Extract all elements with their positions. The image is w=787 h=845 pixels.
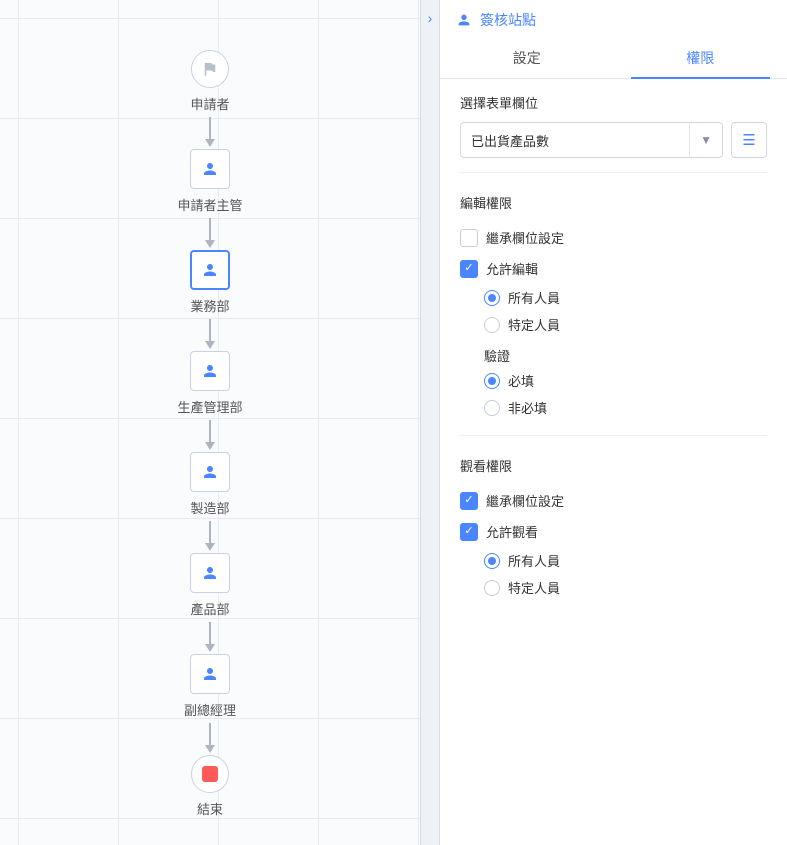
radio-label: 非必填 bbox=[508, 398, 547, 417]
person-icon bbox=[201, 362, 219, 380]
radio-view-scope-all[interactable]: 所有人員 bbox=[484, 547, 767, 574]
flow-node-approver[interactable] bbox=[190, 351, 230, 391]
field-list-button[interactable]: ☰ bbox=[731, 122, 767, 158]
app-root: 申請者 申請者主管 業務部 bbox=[0, 0, 787, 845]
radio-label: 所有人員 bbox=[508, 288, 560, 307]
radio-icon bbox=[484, 553, 500, 569]
checkbox-inherit-field[interactable]: 繼承欄位設定 bbox=[460, 222, 767, 253]
chevron-down-icon: ▼ bbox=[689, 123, 712, 157]
flag-icon bbox=[201, 60, 219, 78]
checkbox-icon bbox=[460, 523, 478, 541]
checkbox-icon bbox=[460, 229, 478, 247]
checkbox-label: 繼承欄位設定 bbox=[486, 228, 564, 247]
flow-node-end[interactable] bbox=[191, 755, 229, 793]
flow-node-approver[interactable] bbox=[190, 149, 230, 189]
radio-validation-required[interactable]: 必填 bbox=[484, 367, 767, 394]
chevron-right-icon: › bbox=[428, 10, 433, 26]
flow-node-approver[interactable] bbox=[190, 654, 230, 694]
flow-arrow bbox=[209, 420, 211, 450]
checkbox-allow-view[interactable]: 允許觀看 bbox=[460, 516, 767, 547]
flow-node-approver[interactable] bbox=[190, 452, 230, 492]
section-title: 編輯權限 bbox=[460, 193, 767, 212]
panel-title: 簽核站點 bbox=[480, 10, 536, 30]
flow-node-label: 製造部 bbox=[190, 498, 229, 517]
panel-collapse-handle[interactable]: › bbox=[421, 0, 440, 845]
divider bbox=[460, 172, 767, 173]
section-edit-permission: 編輯權限 繼承欄位設定 允許編輯 所有人員 特定人員 驗證 bbox=[440, 179, 787, 442]
tab-permission[interactable]: 權限 bbox=[614, 38, 787, 78]
flow-arrow bbox=[209, 521, 211, 551]
person-icon bbox=[456, 12, 472, 28]
person-icon bbox=[201, 261, 219, 279]
radio-group-edit-scope: 所有人員 特定人員 bbox=[460, 284, 767, 338]
flow-column: 申請者 申請者主管 業務部 bbox=[0, 50, 420, 818]
checkbox-inherit-field-view[interactable]: 繼承欄位設定 bbox=[460, 485, 767, 516]
flow-node-label: 業務部 bbox=[190, 296, 229, 315]
radio-label: 特定人員 bbox=[508, 315, 560, 334]
checkbox-label: 繼承欄位設定 bbox=[486, 491, 564, 510]
person-icon bbox=[201, 665, 219, 683]
radio-icon bbox=[484, 400, 500, 416]
radio-view-scope-specific[interactable]: 特定人員 bbox=[484, 574, 767, 601]
flow-node-label: 申請者 bbox=[190, 94, 229, 113]
side-panel: 簽核站點 設定 權限 選擇表單欄位 已出貨產品數 ▼ ☰ 編輯權限 bbox=[440, 0, 787, 845]
radio-validation-optional[interactable]: 非必填 bbox=[484, 394, 767, 421]
form-field-select[interactable]: 已出貨產品數 ▼ bbox=[460, 122, 723, 158]
checkbox-allow-edit[interactable]: 允許編輯 bbox=[460, 253, 767, 284]
person-icon bbox=[201, 564, 219, 582]
stop-icon bbox=[202, 766, 218, 782]
radio-icon bbox=[484, 373, 500, 389]
flow-arrow bbox=[209, 622, 211, 652]
section-title: 選擇表單欄位 bbox=[460, 93, 767, 112]
select-value: 已出貨產品數 bbox=[471, 131, 549, 150]
flow-node-label: 申請者主管 bbox=[177, 195, 242, 214]
radio-icon bbox=[484, 290, 500, 306]
divider bbox=[460, 435, 767, 436]
radio-edit-scope-all[interactable]: 所有人員 bbox=[484, 284, 767, 311]
flow-node-approver[interactable] bbox=[190, 553, 230, 593]
tab-settings[interactable]: 設定 bbox=[440, 38, 614, 78]
radio-label: 特定人員 bbox=[508, 578, 560, 597]
checkbox-icon bbox=[460, 260, 478, 278]
sublabel-validation: 驗證 bbox=[460, 338, 767, 367]
flow-node-start[interactable] bbox=[191, 50, 229, 88]
list-icon: ☰ bbox=[742, 131, 755, 149]
flow-arrow bbox=[209, 117, 211, 147]
flow-node-label: 產品部 bbox=[190, 599, 229, 618]
flow-node-label: 生產管理部 bbox=[177, 397, 242, 416]
person-icon bbox=[201, 463, 219, 481]
radio-icon bbox=[484, 317, 500, 333]
person-icon bbox=[201, 160, 219, 178]
flow-arrow bbox=[209, 218, 211, 248]
section-field-select: 選擇表單欄位 已出貨產品數 ▼ ☰ bbox=[440, 79, 787, 179]
checkbox-label: 允許觀看 bbox=[486, 522, 538, 541]
tabs: 設定 權限 bbox=[440, 38, 787, 79]
flow-canvas[interactable]: 申請者 申請者主管 業務部 bbox=[0, 0, 421, 845]
radio-edit-scope-specific[interactable]: 特定人員 bbox=[484, 311, 767, 338]
radio-group-validation: 必填 非必填 bbox=[460, 367, 767, 421]
radio-label: 必填 bbox=[508, 371, 534, 390]
radio-icon bbox=[484, 580, 500, 596]
flow-arrow bbox=[209, 319, 211, 349]
section-title: 觀看權限 bbox=[460, 456, 767, 475]
checkbox-icon bbox=[460, 492, 478, 510]
flow-node-approver-selected[interactable] bbox=[190, 250, 230, 290]
panel-header: 簽核站點 bbox=[440, 0, 787, 38]
flow-arrow bbox=[209, 723, 211, 753]
radio-label: 所有人員 bbox=[508, 551, 560, 570]
flow-node-label: 結束 bbox=[197, 799, 223, 818]
section-view-permission: 觀看權限 繼承欄位設定 允許觀看 所有人員 特定人員 bbox=[440, 442, 787, 607]
flow-node-label: 副總經理 bbox=[184, 700, 236, 719]
checkbox-label: 允許編輯 bbox=[486, 259, 538, 278]
radio-group-view-scope: 所有人員 特定人員 bbox=[460, 547, 767, 601]
